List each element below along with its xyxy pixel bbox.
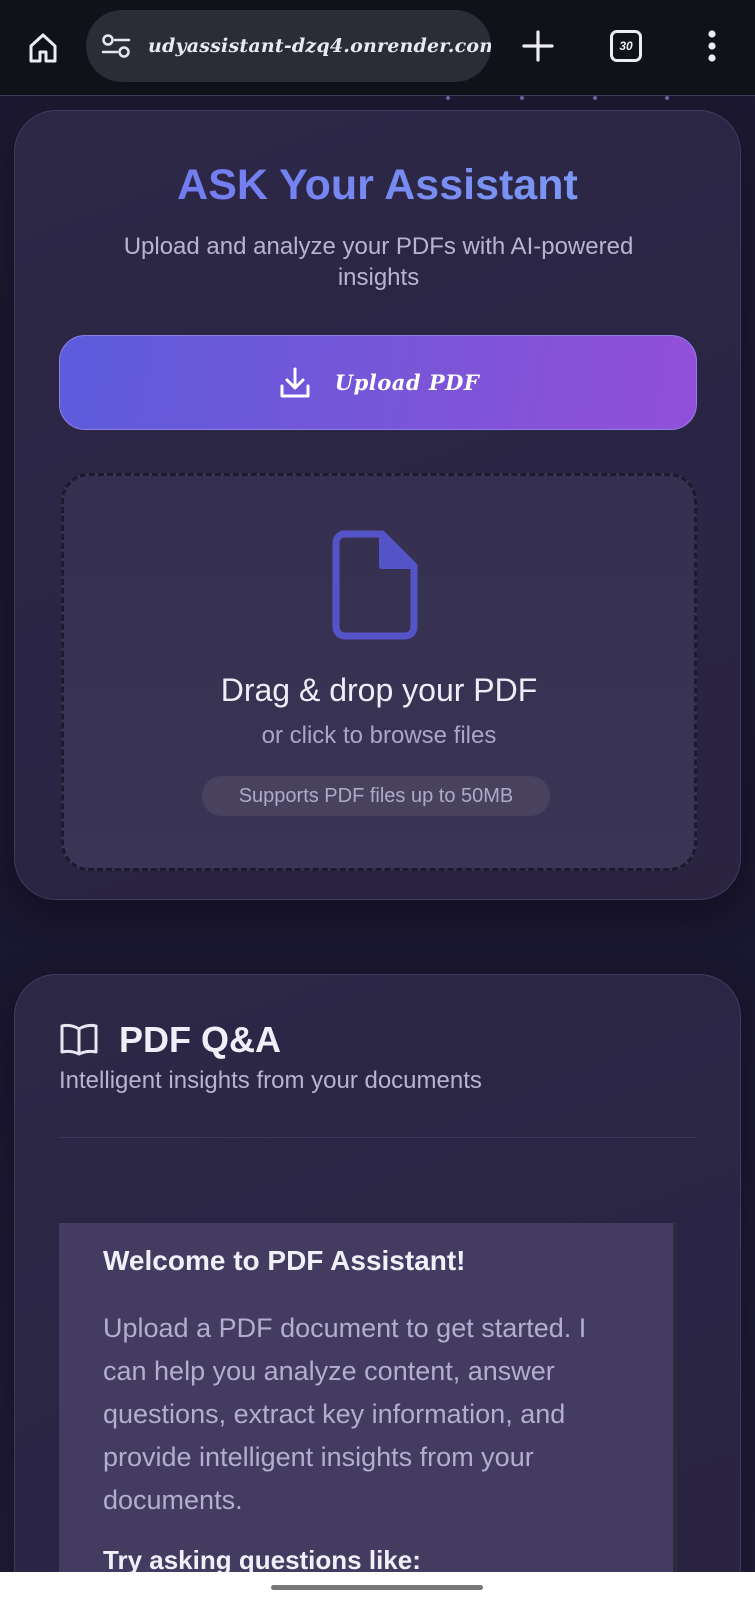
- page-title: ASK Your Assistant: [15, 161, 740, 210]
- upload-pdf-button[interactable]: Upload PDF: [59, 335, 697, 430]
- system-nav-bar: [0, 1572, 755, 1600]
- browser-toolbar: udyassistant-dzq4.onrender.com 30: [0, 0, 755, 96]
- upload-pdf-label: Upload PDF: [334, 370, 480, 395]
- welcome-body: Upload a PDF document to get started. I …: [103, 1313, 587, 1515]
- page-subtitle: Upload and analyze your PDFs with AI-pow…: [123, 233, 634, 291]
- file-limit-badge: Supports PDF files up to 50MB: [202, 776, 550, 816]
- qa-card: PDF Q&A Intelligent insights from your d…: [14, 974, 741, 1572]
- dropzone-title: Drag & drop your PDF: [220, 672, 538, 708]
- url-text[interactable]: udyassistant-dzq4.onrender.com: [148, 35, 491, 57]
- divider: [59, 1137, 697, 1138]
- home-icon[interactable]: [20, 26, 66, 70]
- welcome-message: Welcome to PDF Assistant! Upload a PDF d…: [59, 1223, 677, 1572]
- tab-switcher-icon[interactable]: 30: [606, 26, 646, 66]
- tab-count: 30: [619, 39, 633, 53]
- book-icon: [59, 1022, 99, 1058]
- qa-subtitle: Intelligent insights from your documents: [59, 1067, 482, 1094]
- plus-icon[interactable]: [516, 24, 560, 68]
- welcome-title: Welcome to PDF Assistant!: [103, 1245, 466, 1276]
- gesture-handle[interactable]: [271, 1585, 483, 1590]
- tune-icon[interactable]: [100, 30, 132, 62]
- dropzone-subtitle: or click to browse files: [261, 722, 497, 749]
- qa-title: PDF Q&A: [119, 1019, 281, 1060]
- download-icon: [277, 365, 313, 401]
- decorative-dots: [440, 96, 680, 102]
- file-icon: [330, 530, 420, 640]
- qa-header: PDF Q&A: [59, 1019, 281, 1061]
- address-bar[interactable]: udyassistant-dzq4.onrender.com: [86, 10, 491, 82]
- example-questions-heading: Try asking questions like:: [103, 1545, 421, 1572]
- more-vert-icon[interactable]: [696, 26, 728, 66]
- page-content: ASK Your Assistant Upload and analyze yo…: [0, 96, 755, 1572]
- pdf-dropzone[interactable]: Drag & drop your PDF or click to browse …: [61, 473, 697, 871]
- upload-card: ASK Your Assistant Upload and analyze yo…: [14, 110, 741, 900]
